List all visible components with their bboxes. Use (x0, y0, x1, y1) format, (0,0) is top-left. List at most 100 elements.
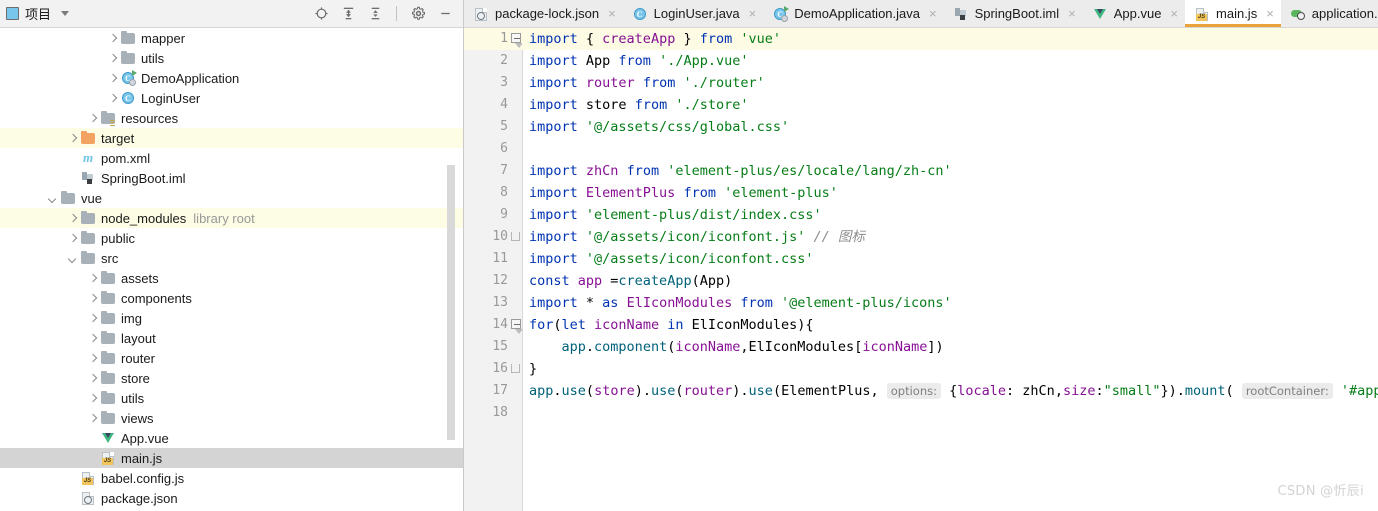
code-line-content[interactable]: import '@/assets/css/global.css' (522, 116, 1378, 138)
code-line-10[interactable]: 10 import '@/assets/icon/iconfont.js' // … (464, 226, 1378, 248)
editor-tab-demoapplication-java[interactable]: C DemoApplication.java × (763, 0, 943, 27)
code-line-13[interactable]: 13 import * as ElIconModules from '@eleme… (464, 292, 1378, 314)
code-line-2[interactable]: 2 import App from './App.vue' (464, 50, 1378, 72)
project-tree-scrollbar[interactable] (447, 165, 455, 440)
fold-gutter[interactable] (510, 380, 522, 402)
expand-arrow-icon[interactable] (88, 354, 97, 363)
tree-item-node-modules[interactable]: node_modules library root (0, 208, 463, 228)
collapse-all-icon[interactable] (367, 6, 383, 22)
fold-gutter[interactable] (510, 358, 522, 380)
editor-tab-bar[interactable]: package-lock.json × C LoginUser.java × C DemoA… (464, 0, 1378, 28)
fold-gutter[interactable] (510, 28, 523, 50)
fold-gutter[interactable] (510, 50, 522, 72)
code-line-14[interactable]: 14 for(let iconName in ElIconModules){ (464, 314, 1378, 336)
close-tab-icon[interactable]: × (1170, 7, 1178, 20)
fold-gutter[interactable] (510, 336, 522, 358)
expand-arrow-icon[interactable] (68, 234, 77, 243)
tree-item-layout[interactable]: layout (0, 328, 463, 348)
code-line-content[interactable]: import * as ElIconModules from '@element… (522, 292, 1378, 314)
tree-item-target[interactable]: target (0, 128, 463, 148)
expand-all-icon[interactable] (340, 6, 356, 22)
code-editor[interactable]: 1 import { createApp } from 'vue' 2 import … (464, 28, 1378, 511)
gear-icon[interactable] (410, 6, 426, 22)
tree-item-mapper[interactable]: mapper (0, 28, 463, 48)
fold-gutter[interactable] (510, 248, 522, 270)
tree-item-vue[interactable]: vue (0, 188, 463, 208)
tree-item-loginuser[interactable]: C LoginUser (0, 88, 463, 108)
fold-gutter[interactable] (510, 182, 522, 204)
project-tree[interactable]: mapper utils C DemoApplication C LoginUser res… (0, 28, 463, 511)
code-line-content[interactable]: import { createApp } from 'vue' (522, 28, 1378, 50)
tree-item-resources[interactable]: resources (0, 108, 463, 128)
tree-item-demoapplication[interactable]: C DemoApplication (0, 68, 463, 88)
code-line-18[interactable]: 18 (464, 402, 1378, 424)
tree-item-app-vue[interactable]: App.vue (0, 428, 463, 448)
expand-arrow-icon[interactable] (88, 414, 97, 423)
collapse-arrow-icon[interactable] (48, 194, 57, 203)
code-line-3[interactable]: 3 import router from './router' (464, 72, 1378, 94)
editor-tab-application-prop[interactable]: application.prop (1281, 0, 1378, 27)
editor-tab-main-js[interactable]: JS main.js × (1185, 0, 1281, 27)
tree-item-package-json[interactable]: package.json (0, 488, 463, 508)
code-line-8[interactable]: 8 import ElementPlus from 'element-plus' (464, 182, 1378, 204)
close-tab-icon[interactable]: × (929, 7, 937, 20)
code-line-content[interactable]: } (522, 358, 1378, 380)
code-line-15[interactable]: 15 app.component(iconName,ElIconModules[… (464, 336, 1378, 358)
code-line-content[interactable]: app.component(iconName,ElIconModules[ico… (522, 336, 1378, 358)
fold-gutter[interactable] (510, 116, 522, 138)
tree-item-utils[interactable]: utils (0, 48, 463, 68)
code-line-content[interactable]: const app =createApp(App) (522, 270, 1378, 292)
collapse-arrow-icon[interactable] (68, 254, 77, 263)
code-line-content[interactable]: import store from './store' (522, 94, 1378, 116)
fold-gutter[interactable] (510, 402, 522, 424)
tree-item-public[interactable]: public (0, 228, 463, 248)
tree-item-springboot-iml[interactable]: SpringBoot.iml (0, 168, 463, 188)
tree-item-pom-xml[interactable]: m pom.xml (0, 148, 463, 168)
expand-arrow-icon[interactable] (108, 54, 117, 63)
code-line-content[interactable]: for(let iconName in ElIconModules){ (522, 314, 1378, 336)
fold-end-icon[interactable] (511, 364, 520, 373)
code-line-12[interactable]: 12 const app =createApp(App) (464, 270, 1378, 292)
close-tab-icon[interactable]: × (1266, 7, 1274, 20)
close-tab-icon[interactable]: × (1068, 7, 1076, 20)
tree-item-components[interactable]: components (0, 288, 463, 308)
expand-arrow-icon[interactable] (88, 394, 97, 403)
tree-item-babel-config-js[interactable]: JS babel.config.js (0, 468, 463, 488)
expand-arrow-icon[interactable] (88, 274, 97, 283)
tree-item-src[interactable]: src (0, 248, 463, 268)
code-line-11[interactable]: 11 import '@/assets/icon/iconfont.css' (464, 248, 1378, 270)
chevron-down-icon[interactable] (61, 11, 70, 16)
fold-gutter[interactable] (510, 314, 523, 336)
code-line-1[interactable]: 1 import { createApp } from 'vue' (464, 28, 1378, 50)
expand-arrow-icon[interactable] (108, 94, 117, 103)
code-line-content[interactable]: app.use(store).use(router).use(ElementPl… (522, 380, 1378, 402)
code-line-9[interactable]: 9 import 'element-plus/dist/index.css' (464, 204, 1378, 226)
tree-item-assets[interactable]: assets (0, 268, 463, 288)
expand-arrow-icon[interactable] (88, 314, 97, 323)
fold-gutter[interactable] (510, 72, 522, 94)
tree-item-store[interactable]: store (0, 368, 463, 388)
tree-item-utils[interactable]: utils (0, 388, 463, 408)
expand-arrow-icon[interactable] (108, 74, 117, 83)
fold-end-icon[interactable] (511, 232, 520, 241)
fold-collapse-icon[interactable] (511, 319, 521, 329)
fold-gutter[interactable] (510, 160, 522, 182)
expand-arrow-icon[interactable] (88, 334, 97, 343)
fold-gutter[interactable] (510, 270, 522, 292)
code-line-16[interactable]: 16} (464, 358, 1378, 380)
expand-arrow-icon[interactable] (68, 134, 77, 143)
code-line-content[interactable]: import '@/assets/icon/iconfont.js' // 图标 (522, 226, 1378, 248)
expand-arrow-icon[interactable] (108, 34, 117, 43)
code-line-content[interactable] (522, 138, 1378, 160)
fold-gutter[interactable] (510, 226, 522, 248)
code-line-content[interactable]: import zhCn from 'element-plus/es/locale… (522, 160, 1378, 182)
expand-arrow-icon[interactable] (88, 294, 97, 303)
tree-item-router[interactable]: router (0, 348, 463, 368)
code-line-6[interactable]: 6 (464, 138, 1378, 160)
code-line-content[interactable]: import router from './router' (522, 72, 1378, 94)
code-line-content[interactable] (522, 402, 1378, 424)
code-line-5[interactable]: 5 import '@/assets/css/global.css' (464, 116, 1378, 138)
tree-item-main-js[interactable]: JS main.js (0, 448, 463, 468)
locate-file-icon[interactable] (313, 6, 329, 22)
code-line-4[interactable]: 4 import store from './store' (464, 94, 1378, 116)
